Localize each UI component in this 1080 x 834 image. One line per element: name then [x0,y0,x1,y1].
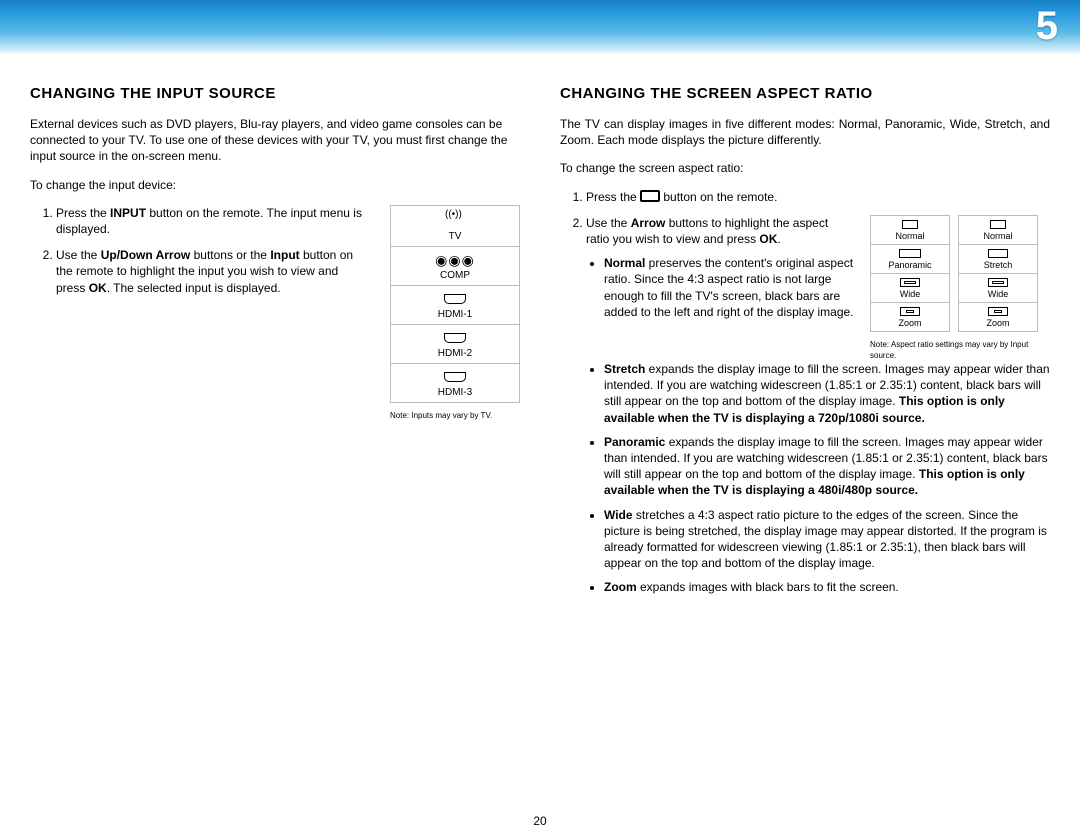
hdmi-icon [395,370,515,384]
input-menu-figure: TV ◉◉◉ COMP HDMI-1 HDMI-2 [390,205,520,421]
input-row-comp: ◉◉◉ COMP [391,247,519,286]
hdmi-icon [395,292,515,306]
chapter-number: 5 [1036,4,1058,49]
aspect-zoom-icon [988,307,1008,316]
steps-aspect-cont: Use the Arrow buttons to highlight the a… [560,215,854,320]
wide-button-icon [640,190,660,202]
page-columns: CHANGING THE INPUT SOURCE External devic… [0,55,1080,603]
antenna-icon [395,212,515,228]
aspect-tables-figure: Normal Panoramic Wide Zoom Normal Stretc… [870,215,1050,361]
steps-input-source: Press the INPUT button on the remote. Th… [30,205,370,296]
intro-input-source: External devices such as DVD players, Bl… [30,116,520,165]
aspect-table-2: Normal Stretch Wide Zoom [958,215,1038,333]
aspect-bullets-rest: Stretch expands the display image to fil… [560,361,1050,595]
aspect-table-1: Normal Panoramic Wide Zoom [870,215,950,333]
input-menu-note: Note: Inputs may vary by TV. [390,411,520,421]
bullet-zoom: Zoom expands images with black bars to f… [604,579,1050,595]
step-1: Press the INPUT button on the remote. Th… [56,205,370,237]
aspect-wide-icon [988,278,1008,287]
component-icon: ◉◉◉ [395,253,515,267]
aspect-panoramic-icon [899,249,921,258]
step-a2: Use the Arrow buttons to highlight the a… [586,215,854,320]
aspect-stretch-icon [988,249,1008,258]
lead-input-source: To change the input device: [30,177,520,193]
bullet-stretch: Stretch expands the display image to fil… [604,361,1050,426]
input-row-hdmi3: HDMI-3 [391,364,519,402]
aspect-note: Note: Aspect ratio settings may vary by … [870,340,1050,361]
aspect-normal-icon [902,220,918,229]
bullet-normal: Normal preserves the content's original … [604,255,854,320]
page-number: 20 [0,814,1080,828]
aspect-wide-icon [900,278,920,287]
aspect-normal-icon [990,220,1006,229]
bullet-wide: Wide stretches a 4:3 aspect ratio pictur… [604,507,1050,572]
input-row-tv: TV [391,206,519,247]
input-menu: TV ◉◉◉ COMP HDMI-1 HDMI-2 [390,205,520,403]
col-aspect-ratio: CHANGING THE SCREEN ASPECT RATIO The TV … [560,85,1050,603]
page-header: 5 [0,0,1080,55]
steps-aspect: Press the button on the remote. [560,189,1050,205]
step-2: Use the Up/Down Arrow buttons or the Inp… [56,247,370,296]
col-input-source: CHANGING THE INPUT SOURCE External devic… [30,85,520,603]
hdmi-icon [395,331,515,345]
input-row-hdmi2: HDMI-2 [391,325,519,364]
input-row-hdmi1: HDMI-1 [391,286,519,325]
intro-aspect: The TV can display images in five differ… [560,116,1050,148]
aspect-zoom-icon [900,307,920,316]
bullet-panoramic: Panoramic expands the display image to f… [604,434,1050,499]
heading-aspect: CHANGING THE SCREEN ASPECT RATIO [560,85,1050,102]
lead-aspect: To change the screen aspect ratio: [560,160,1050,176]
step-a1: Press the button on the remote. [586,189,1050,205]
heading-input-source: CHANGING THE INPUT SOURCE [30,85,520,102]
